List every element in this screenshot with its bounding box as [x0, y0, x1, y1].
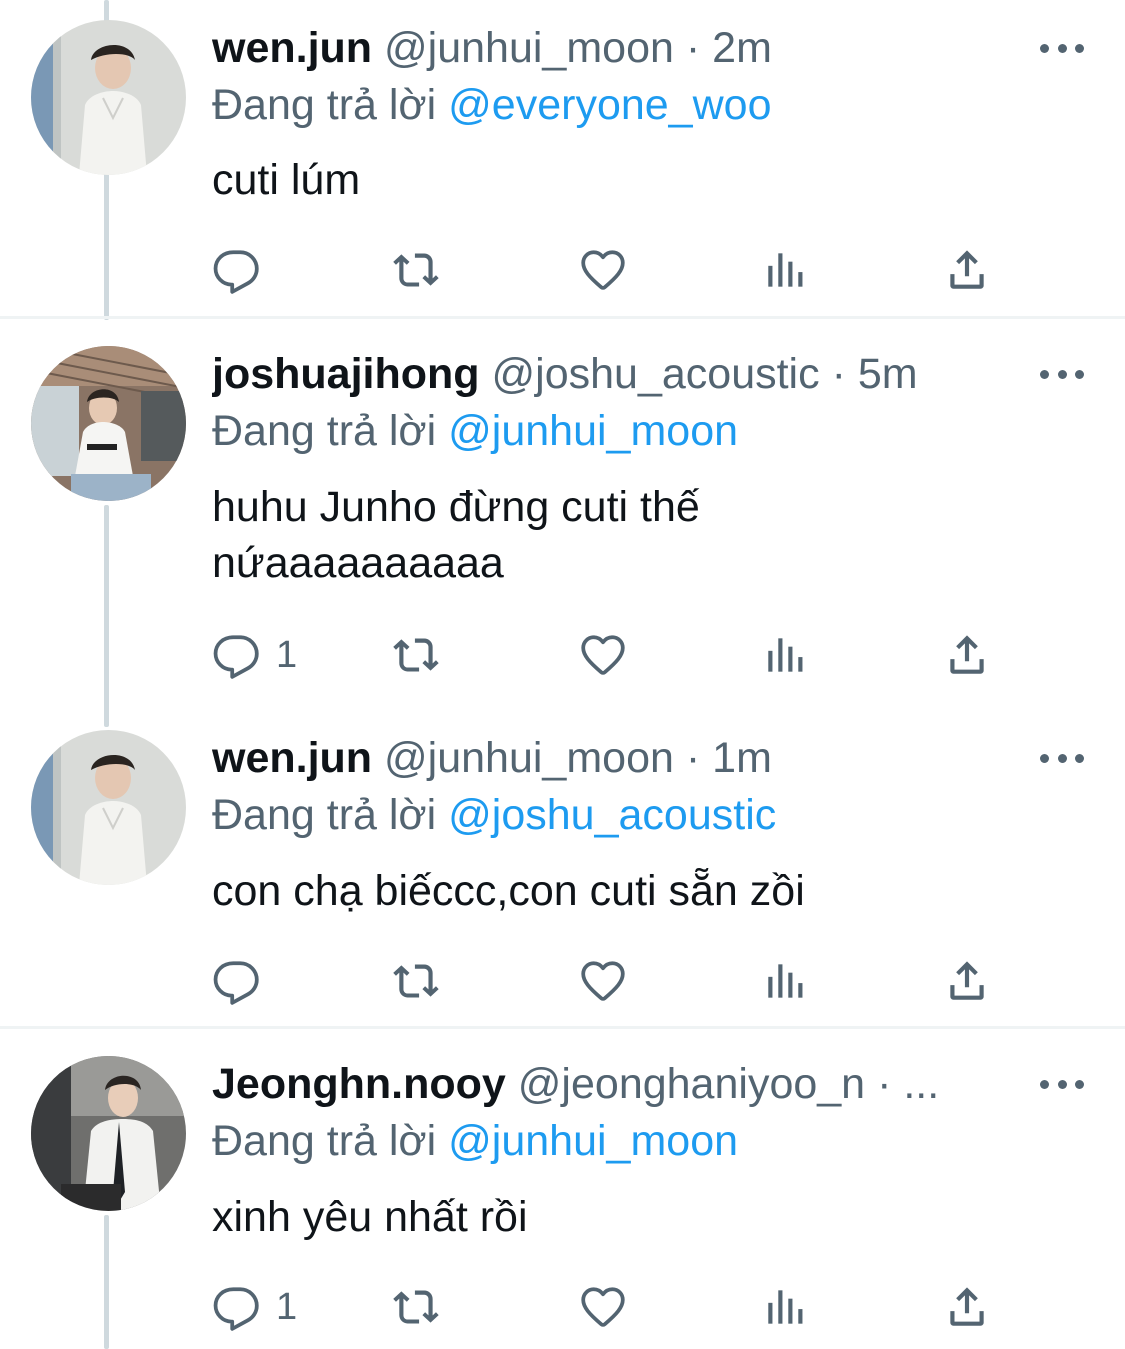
tweet-text-line: nứaaaaaaaaaa — [212, 539, 504, 587]
retweet-button[interactable] — [392, 627, 442, 683]
display-name[interactable]: joshuajihong — [212, 350, 480, 398]
separator: · — [685, 24, 701, 72]
tweet-header: Jeonghn.nooy @jeonghaniyoo_n · ... — [212, 1056, 1005, 1112]
tweet-text: xinh yêu nhất rồi — [212, 1193, 528, 1241]
user-handle[interactable]: @joshu_acoustic — [492, 350, 820, 398]
share-button[interactable] — [942, 1279, 992, 1335]
reply-button[interactable]: 1 — [212, 1279, 297, 1335]
action-bar: 1 — [0, 627, 1125, 683]
user-handle[interactable]: @junhui_moon — [384, 734, 674, 782]
user-handle[interactable]: @jeonghaniyoo_n — [518, 1060, 865, 1108]
more-icon[interactable] — [1040, 1074, 1084, 1094]
like-button[interactable] — [578, 1279, 628, 1335]
like-button[interactable] — [578, 627, 628, 683]
retweet-button[interactable] — [392, 242, 442, 298]
reply-button[interactable] — [212, 953, 262, 1009]
action-bar: 1 — [0, 1279, 1125, 1335]
tweet-header: wen.jun @junhui_moon · 1m — [212, 730, 1005, 786]
like-button[interactable] — [578, 953, 628, 1009]
timestamp[interactable]: 1m — [712, 734, 772, 782]
share-button[interactable] — [942, 953, 992, 1009]
more-icon[interactable] — [1040, 748, 1084, 768]
reply-icon — [212, 630, 262, 680]
mention-link[interactable]: @junhui_moon — [448, 407, 738, 455]
reply-icon — [212, 956, 262, 1006]
reply-icon — [212, 1282, 262, 1332]
views-icon — [761, 956, 811, 1006]
timestamp[interactable]: ... — [903, 1060, 939, 1108]
mention-link[interactable]: @joshu_acoustic — [448, 791, 776, 839]
replying-to-label: Đang trả lời — [212, 407, 437, 455]
heart-icon — [578, 956, 628, 1006]
views-button[interactable] — [761, 242, 811, 298]
separator: · — [877, 1060, 892, 1108]
views-icon — [761, 245, 811, 295]
tweet-text-line: huhu Junho đừng cuti thế — [212, 483, 700, 531]
tweet-header: joshuajihong @joshu_acoustic · 5m — [212, 346, 1005, 402]
retweet-icon — [392, 245, 442, 295]
reply-count: 1 — [276, 1285, 298, 1328]
share-icon — [942, 245, 992, 295]
reply-count: 1 — [276, 633, 298, 676]
tweet[interactable]: wen.jun @junhui_moon · 1m Đang trả lời @… — [0, 703, 1125, 1026]
reply-button[interactable]: 1 — [212, 627, 297, 683]
replying-to: Đang trả lời @junhui_moon — [212, 1113, 738, 1169]
share-icon — [942, 630, 992, 680]
avatar[interactable] — [31, 1056, 186, 1211]
reply-icon — [212, 245, 262, 295]
timestamp[interactable]: 5m — [858, 350, 918, 398]
tweet[interactable]: Jeonghn.nooy @jeonghaniyoo_n · ... Đang … — [0, 1029, 1125, 1349]
avatar[interactable] — [31, 346, 186, 501]
mention-link[interactable]: @everyone_woo — [448, 81, 771, 129]
retweet-icon — [392, 956, 442, 1006]
avatar[interactable] — [31, 730, 186, 885]
tweet-text: cuti lúm — [212, 156, 361, 204]
tweet[interactable]: wen.jun @junhui_moon · 2m Đang trả lời @… — [0, 0, 1125, 316]
timestamp[interactable]: 2m — [712, 24, 772, 72]
replying-to: Đang trả lời @junhui_moon — [212, 403, 738, 459]
retweet-icon — [392, 630, 442, 680]
heart-icon — [578, 1282, 628, 1332]
share-button[interactable] — [942, 242, 992, 298]
like-button[interactable] — [578, 242, 628, 298]
views-button[interactable] — [761, 953, 811, 1009]
more-icon[interactable] — [1040, 364, 1084, 384]
replying-to-label: Đang trả lời — [212, 81, 437, 129]
views-icon — [761, 630, 811, 680]
action-bar — [0, 242, 1125, 298]
tweet[interactable]: joshuajihong @joshu_acoustic · 5m Đang t… — [0, 319, 1125, 699]
display-name[interactable]: wen.jun — [212, 24, 372, 72]
share-button[interactable] — [942, 627, 992, 683]
tweet-text: huhu Junho đừng cuti thế nứaaaaaaaaaa — [212, 479, 1032, 591]
replying-to-label: Đang trả lời — [212, 1117, 437, 1165]
mention-link[interactable]: @junhui_moon — [448, 1117, 738, 1165]
display-name[interactable]: wen.jun — [212, 734, 372, 782]
tweet-header: wen.jun @junhui_moon · 2m — [212, 20, 1005, 76]
replying-to: Đang trả lời @joshu_acoustic — [212, 787, 776, 843]
views-button[interactable] — [761, 1279, 811, 1335]
separator: · — [831, 350, 846, 398]
retweet-button[interactable] — [392, 1279, 442, 1335]
retweet-icon — [392, 1282, 442, 1332]
action-bar — [0, 953, 1125, 1009]
share-icon — [942, 956, 992, 1006]
separator: · — [685, 734, 701, 782]
heart-icon — [578, 630, 628, 680]
replying-to: Đang trả lời @everyone_woo — [212, 77, 771, 133]
share-icon — [942, 1282, 992, 1332]
more-icon[interactable] — [1040, 38, 1084, 58]
replying-to-label: Đang trả lời — [212, 791, 437, 839]
views-button[interactable] — [761, 627, 811, 683]
heart-icon — [578, 245, 628, 295]
reply-button[interactable] — [212, 242, 262, 298]
views-icon — [761, 1282, 811, 1332]
user-handle[interactable]: @junhui_moon — [384, 24, 674, 72]
display-name[interactable]: Jeonghn.nooy — [212, 1060, 506, 1108]
tweet-text: con chạ biếccc,con cuti sẵn zồi — [212, 867, 805, 915]
retweet-button[interactable] — [392, 953, 442, 1009]
avatar[interactable] — [31, 20, 186, 175]
